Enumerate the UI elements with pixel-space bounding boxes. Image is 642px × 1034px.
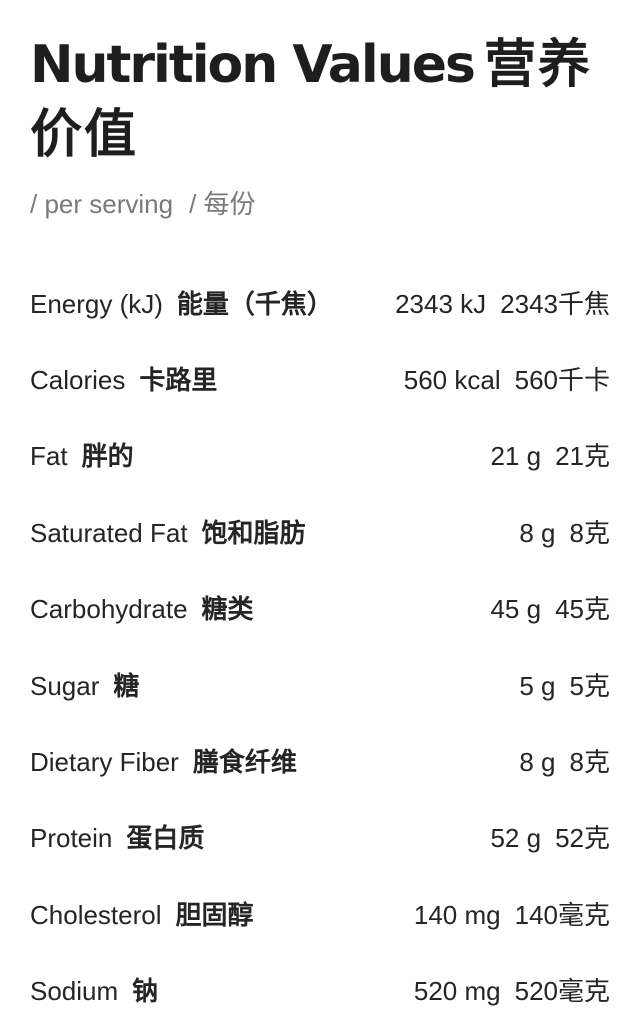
nutrient-name-chinese: 糖类 — [201, 595, 254, 626]
nutrient-value-chinese: 5克 — [569, 670, 610, 701]
per-serving-english: / per serving — [30, 189, 174, 219]
nutrient-name: Sugar 糖 — [30, 666, 139, 703]
nutrient-name-chinese: 卡路里 — [139, 366, 218, 397]
nutrient-value: 520 mg 520毫克 — [414, 971, 610, 1008]
nutrient-row-sodium: Sodium 钠 520 mg 520毫克 — [30, 952, 610, 1028]
nutrient-value-chinese: 140毫克 — [514, 899, 610, 930]
nutrient-row-dietary-fiber: Dietary Fiber 膳食纤维 8 g 8克 — [30, 722, 610, 798]
nutrient-name-english: Saturated Fat — [30, 517, 188, 548]
nutrient-name-chinese: 胆固醇 — [175, 900, 254, 931]
nutrient-name: Sodium 钠 — [30, 971, 158, 1008]
nutrient-value: 140 mg 140毫克 — [414, 895, 610, 932]
nutrient-name-chinese: 钠 — [132, 977, 159, 1008]
nutrient-name: Dietary Fiber 膳食纤维 — [30, 742, 297, 779]
nutrient-value: 8 g 8克 — [519, 742, 610, 779]
nutrient-name-chinese: 膳食纤维 — [192, 748, 297, 779]
nutrient-value-english: 8 g — [519, 517, 556, 548]
nutrient-value-english: 5 g — [519, 670, 556, 701]
nutrient-name-english: Dietary Fiber — [30, 747, 179, 778]
nutrient-name-english: Cholesterol — [30, 899, 162, 930]
nutrient-name: Energy (kJ) 能量（千焦） — [30, 284, 333, 321]
nutrient-value-english: 2343 kJ — [395, 288, 487, 319]
nutrient-value-english: 560 kcal — [403, 365, 501, 396]
nutrient-row-energy: Energy (kJ) 能量（千焦） 2343 kJ 2343千焦 — [30, 264, 610, 340]
title-english: Nutrition Values — [30, 35, 476, 95]
nutrient-value: 8 g 8克 — [519, 513, 610, 550]
nutrient-value: 45 g 45克 — [490, 589, 610, 626]
nutrient-value-chinese: 8克 — [569, 747, 610, 778]
nutrient-value-english: 8 g — [519, 747, 556, 778]
nutrient-value-english: 21 g — [490, 441, 542, 472]
nutrient-value: 2343 kJ 2343千焦 — [395, 284, 610, 321]
nutrient-row-protein: Protein 蛋白质 52 g 52克 — [30, 799, 610, 875]
nutrient-value-chinese: 2343千焦 — [500, 288, 610, 319]
nutrient-name-english: Carbohydrate — [30, 594, 188, 625]
nutrient-value-chinese: 21克 — [555, 441, 610, 472]
nutrient-name-chinese: 蛋白质 — [126, 824, 205, 855]
nutrient-value-chinese: 8克 — [569, 517, 610, 548]
nutrient-name-english: Protein — [30, 823, 113, 854]
nutrient-name-english: Calories — [30, 365, 126, 396]
nutrient-row-fat: Fat 胖的 21 g 21克 — [30, 417, 610, 493]
nutrient-row-carbohydrate: Carbohydrate 糖类 45 g 45克 — [30, 570, 610, 646]
nutrient-row-sugar: Sugar 糖 5 g 5克 — [30, 646, 610, 722]
nutrient-value: 560 kcal 560千卡 — [404, 360, 610, 397]
nutrient-value-chinese: 45克 — [555, 594, 610, 625]
nutrient-value: 21 g 21克 — [490, 436, 610, 473]
nutrient-row-calories: Calories 卡路里 560 kcal 560千卡 — [30, 340, 610, 416]
nutrient-row-cholesterol: Cholesterol 胆固醇 140 mg 140毫克 — [30, 875, 610, 951]
per-serving-subtitle: / per serving / 每份 — [30, 188, 610, 220]
nutrient-name: Fat 胖的 — [30, 436, 134, 473]
nutrient-name: Saturated Fat 饱和脂肪 — [30, 513, 306, 550]
nutrient-name-english: Energy (kJ) — [30, 288, 163, 319]
nutrient-name-chinese: 饱和脂肪 — [201, 518, 306, 549]
per-serving-chinese: / 每份 — [189, 189, 256, 219]
nutrient-row-saturated-fat: Saturated Fat 饱和脂肪 8 g 8克 — [30, 493, 610, 569]
nutrient-value-chinese: 560千卡 — [514, 365, 610, 396]
page-title: Nutrition Values 营养价值 — [30, 0, 610, 170]
nutrient-name: Cholesterol 胆固醇 — [30, 895, 254, 932]
nutrient-name-chinese: 胖的 — [81, 442, 134, 473]
nutrient-value-chinese: 52克 — [555, 823, 610, 854]
nutrient-value-english: 520 mg — [413, 976, 501, 1007]
nutrient-name: Calories 卡路里 — [30, 360, 217, 397]
nutrient-value-chinese: 520毫克 — [514, 976, 610, 1007]
nutrient-name-chinese: 糖 — [113, 671, 140, 702]
nutrition-table: Energy (kJ) 能量（千焦） 2343 kJ 2343千焦 Calories… — [30, 264, 610, 1028]
nutrient-value: 5 g 5克 — [519, 666, 610, 703]
nutrient-value-english: 52 g — [490, 823, 542, 854]
nutrition-page: Nutrition Values 营养价值 / per serving / 每份 E… — [0, 0, 642, 1034]
nutrient-name: Carbohydrate 糖类 — [30, 589, 254, 626]
nutrient-name-english: Fat — [30, 441, 68, 472]
nutrient-name-chinese: 能量（千焦） — [176, 289, 333, 320]
nutrient-name: Protein 蛋白质 — [30, 818, 204, 855]
nutrient-value-english: 140 mg — [413, 899, 501, 930]
nutrient-value-english: 45 g — [490, 594, 542, 625]
nutrient-value: 52 g 52克 — [490, 818, 610, 855]
nutrient-name-english: Sugar — [30, 670, 100, 701]
nutrient-name-english: Sodium — [30, 976, 119, 1007]
